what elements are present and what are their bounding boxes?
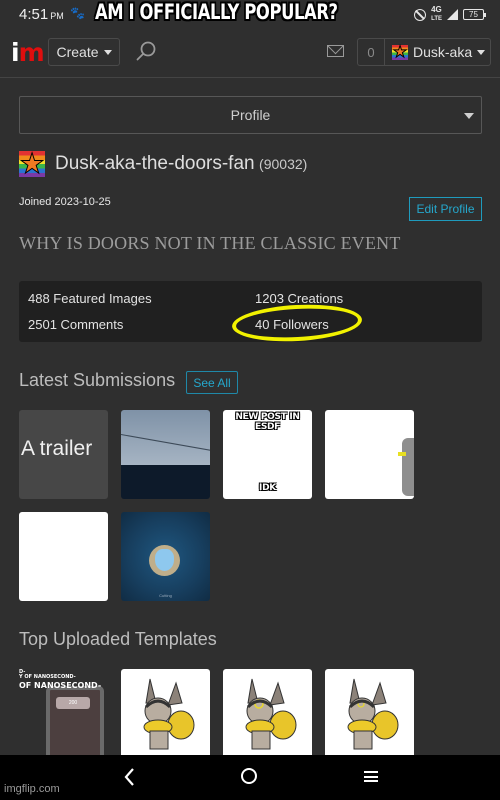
submission-thumbnail[interactable]: NEW POST IN ESDF IDK <box>223 410 312 499</box>
username: Dusk-aka-the-doors-fan <box>55 153 255 174</box>
latest-submissions-title: Latest Submissions <box>19 370 176 390</box>
chevron-down-icon <box>464 113 474 119</box>
home-icon[interactable] <box>241 768 257 784</box>
template-text-line: OF NANOSECOND- <box>19 681 102 690</box>
template-thumbnail[interactable] <box>121 669 210 758</box>
meme-bottom-text: IDK <box>259 483 276 493</box>
mail-icon[interactable] <box>327 45 344 57</box>
time-ampm: PM <box>50 11 64 21</box>
logo-m: m <box>18 38 45 67</box>
search-icon[interactable] <box>135 40 157 62</box>
logo-i: i <box>11 38 20 67</box>
top-templates-title: Top Uploaded Templates <box>19 629 217 649</box>
submission-thumbnail[interactable] <box>121 410 210 499</box>
see-all-button[interactable]: See All <box>186 371 238 394</box>
eevee-sprite <box>143 678 195 750</box>
thumbnail-character <box>149 545 180 576</box>
thumbnail-figure <box>398 438 414 496</box>
submission-thumbnail[interactable] <box>325 410 414 499</box>
username-wrap: Dusk-aka-the-doors-fan (90032) <box>55 153 307 175</box>
joined-date: Joined 2023-10-25 <box>19 196 111 208</box>
stat-creations[interactable]: 1203 Creations <box>255 291 343 306</box>
status-icons: 4G LTE 75 <box>414 6 486 23</box>
edit-profile-button[interactable]: Edit Profile <box>409 197 482 221</box>
battery-icon: 75 <box>463 9 486 20</box>
network-subtype: LTE <box>431 16 442 22</box>
paw-icon: 🐾 <box>70 6 85 20</box>
profile-section-select[interactable]: Profile <box>19 96 482 134</box>
thumbnail-text: A trailer <box>21 437 93 460</box>
back-icon[interactable] <box>121 766 139 788</box>
eevee-sprite <box>245 678 297 750</box>
template-thumbnail[interactable] <box>325 669 414 758</box>
user-menu-group: 0 Dusk-aka <box>357 38 491 66</box>
create-label: Create <box>56 44 99 60</box>
submission-thumbnail[interactable]: Cutting <box>121 512 210 601</box>
meme-caption: AM I OFFICIALLY POPULAR? <box>95 0 338 24</box>
site-header: im Create 0 Dusk-aka <box>0 28 500 78</box>
avatar-icon <box>392 44 408 60</box>
recent-apps-icon[interactable] <box>364 771 378 782</box>
network-4g-icon: 4G LTE <box>431 6 442 23</box>
notification-count[interactable]: 0 <box>358 39 385 65</box>
chevron-down-icon <box>103 49 112 55</box>
user-menu-button[interactable]: Dusk-aka <box>385 39 490 65</box>
profile-header: Dusk-aka-the-doors-fan (90032) <box>19 151 307 177</box>
user-points: (90032) <box>259 156 308 172</box>
submission-thumbnail[interactable] <box>19 512 108 601</box>
imgflip-watermark: imgflip.com <box>4 783 60 795</box>
template-text-line: Y OF NANOSECOND- <box>19 674 76 680</box>
time-value: 4:51 <box>19 6 49 23</box>
profile-select-value: Profile <box>230 107 271 123</box>
template-tag: 200 <box>56 697 90 709</box>
submission-thumbnail[interactable]: A trailer <box>19 410 108 499</box>
profile-bio: WHY IS DOORS NOT IN THE CLASSIC EVENT <box>19 233 401 253</box>
do-not-disturb-icon <box>414 8 427 21</box>
stat-followers[interactable]: 40 Followers <box>255 317 329 332</box>
template-thumbnail[interactable] <box>223 669 312 758</box>
meme-top-text: NEW POST IN ESDF <box>235 412 300 432</box>
template-thumbnail[interactable]: 200 D- Y OF NANOSECOND- OF NANOSECOND- <box>19 669 108 758</box>
chevron-down-icon <box>477 49 486 55</box>
stat-comments[interactable]: 2501 Comments <box>28 317 123 332</box>
avatar <box>19 151 45 177</box>
profile-stats: 488 Featured Images 1203 Creations 2501 … <box>19 281 482 342</box>
status-time: 4:51 PM <box>19 6 64 23</box>
eevee-sprite <box>347 678 399 750</box>
network-type: 4G <box>431 5 442 14</box>
thumbnail-caption: Cutting <box>159 593 172 598</box>
user-menu-label: Dusk-aka <box>413 44 473 60</box>
imgflip-logo[interactable]: im <box>11 38 45 67</box>
android-navigation-bar <box>0 755 500 800</box>
stat-featured-images[interactable]: 488 Featured Images <box>28 291 152 306</box>
signal-icon <box>447 9 458 20</box>
thumbnail-wire <box>121 434 210 455</box>
create-button[interactable]: Create <box>48 38 120 66</box>
